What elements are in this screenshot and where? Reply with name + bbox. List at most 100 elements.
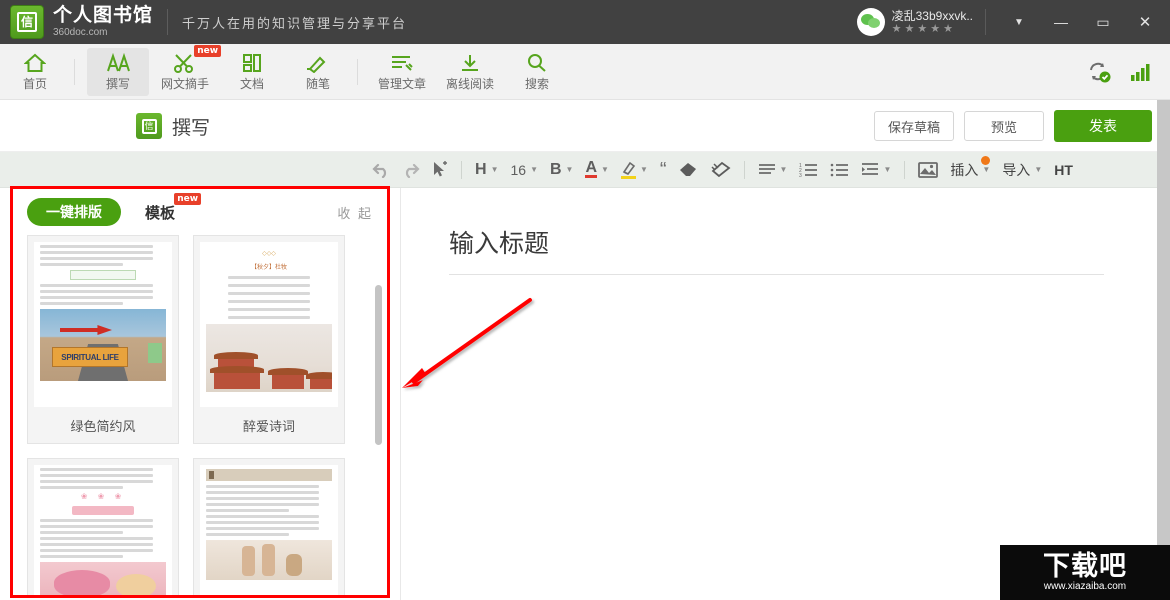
font-color-label: A: [585, 161, 597, 178]
page-actions: 保存草稿 预览 发表: [874, 110, 1170, 142]
spiritual-life-image: SPIRITUAL LIFE: [40, 309, 166, 381]
font-size-label: 16: [510, 162, 526, 178]
wechat-avatar-icon: [861, 14, 881, 30]
beige-legs-image: [206, 540, 332, 580]
toolbar-divider-3: [904, 161, 905, 179]
watermark-title: 下载吧: [1043, 552, 1127, 581]
brand-block: 个人图书馆 360doc.com: [53, 6, 153, 39]
window-scrollbar-thumb[interactable]: [1157, 100, 1170, 600]
template-thumbnail: [200, 465, 338, 595]
user-name: 凌乱33b9xxvk..: [892, 9, 973, 23]
nav-label-search: 搜索: [525, 77, 549, 91]
chevron-down-icon: ▼: [982, 165, 990, 174]
chevron-down-icon: ▼: [1034, 165, 1042, 174]
template-card[interactable]: ◇◇◇ 【秋夕】杜牧: [193, 235, 345, 444]
templates-tab[interactable]: 模板 new: [145, 202, 175, 223]
font-size-dropdown[interactable]: 16 ▼: [504, 156, 544, 184]
html-label: HT: [1054, 162, 1073, 178]
user-info[interactable]: 凌乱33b9xxvk.. ★★★★★: [892, 9, 973, 36]
template-name: 醉爱诗词: [194, 407, 344, 443]
highlight-dropdown[interactable]: ▼: [615, 156, 654, 184]
nav-label-compose: 撰写: [106, 77, 130, 91]
template-thumbnail: SPIRITUAL LIFE: [34, 242, 172, 407]
template-card-grid: SPIRITUAL LIFE 绿色简约风 ◇◇◇ 【秋夕】杜牧: [13, 235, 387, 595]
quote-icon: “: [660, 163, 667, 177]
sync-status-icon[interactable]: [1086, 60, 1112, 84]
avatar[interactable]: [857, 8, 885, 36]
template-thumbnail: ❀ ❀ ❀: [34, 465, 172, 595]
undo-button[interactable]: [366, 156, 396, 184]
import-label: 导入: [1002, 160, 1030, 180]
nav-item-search[interactable]: 搜索: [506, 48, 568, 96]
eraser-button[interactable]: [673, 156, 705, 184]
font-color-dropdown[interactable]: A ▼: [579, 156, 614, 184]
palace-image: [206, 324, 332, 392]
user-rating-stars: ★★★★★: [892, 23, 973, 36]
template-card[interactable]: SPIRITUAL LIFE 绿色简约风: [27, 235, 179, 444]
nav-label-manage-articles: 管理文章: [378, 77, 426, 91]
heading-label: H: [475, 161, 487, 179]
format-painter-button[interactable]: [705, 156, 737, 184]
nav-item-offline-reading[interactable]: 离线阅读: [438, 48, 502, 96]
align-dropdown[interactable]: ▼: [752, 156, 794, 184]
templates-tab-label: 模板: [145, 205, 175, 222]
import-dropdown[interactable]: 导入 ▼: [996, 156, 1048, 184]
one-click-format-button[interactable]: 一键排版: [27, 198, 121, 226]
publish-button[interactable]: 发表: [1054, 110, 1152, 142]
maximize-button[interactable]: ▭: [1082, 0, 1124, 44]
compose-icon: [106, 52, 130, 74]
title-bar: 信 个人图书馆 360doc.com 千万人在用的知识管理与分享平台 凌乱33b…: [0, 0, 1170, 44]
heading-dropdown[interactable]: H ▼: [469, 156, 504, 184]
new-badge: new: [174, 193, 201, 205]
minimize-button[interactable]: —: [1040, 0, 1082, 44]
nav-item-web-clipper[interactable]: new 网文摘手: [153, 48, 217, 96]
home-icon: [24, 52, 46, 74]
tan-header-bar: [206, 469, 332, 481]
pencil-icon: [306, 52, 330, 74]
collapse-button[interactable]: 收 起: [337, 203, 373, 222]
search-icon: [526, 52, 548, 74]
nav-item-document[interactable]: 文档: [221, 48, 283, 96]
app-logo-icon: 信: [10, 5, 44, 39]
bullet-list-button[interactable]: [824, 156, 855, 184]
nav-label-offline-reading: 离线阅读: [446, 77, 494, 91]
app-window: 信 个人图书馆 360doc.com 千万人在用的知识管理与分享平台 凌乱33b…: [0, 0, 1170, 600]
nav-item-home[interactable]: 首页: [4, 48, 66, 96]
insert-new-dot-icon: [981, 156, 990, 165]
watermark-url: www.xiazaiba.com: [1044, 581, 1126, 593]
preview-button[interactable]: 预览: [964, 111, 1044, 141]
save-draft-button[interactable]: 保存草稿: [874, 111, 954, 141]
indent-icon: [861, 162, 879, 177]
nav-item-manage-articles[interactable]: 管理文章: [370, 48, 434, 96]
bold-label: B: [550, 161, 562, 179]
main-navigation: 首页 撰写 new 网文摘手: [0, 44, 1170, 100]
cursor-add-icon[interactable]: [426, 156, 454, 184]
close-button[interactable]: ✕: [1124, 0, 1166, 44]
insert-label: 插入: [950, 160, 978, 180]
nav-item-notes[interactable]: 随笔: [287, 48, 349, 96]
title-input[interactable]: 输入标题: [449, 224, 1104, 275]
nav-item-compose[interactable]: 撰写: [87, 48, 149, 96]
signal-bars-icon[interactable]: [1130, 62, 1152, 82]
redo-button[interactable]: [396, 156, 426, 184]
template-panel-scrollbar[interactable]: [375, 285, 382, 445]
indent-dropdown[interactable]: ▼: [855, 156, 897, 184]
image-button[interactable]: [912, 156, 944, 184]
align-icon: [758, 163, 776, 177]
brand-slogan: 千万人在用的知识管理与分享平台: [182, 13, 407, 32]
download-icon: [459, 52, 481, 74]
nav-label-home: 首页: [23, 77, 47, 91]
bold-dropdown[interactable]: B ▼: [544, 156, 579, 184]
toolbar-divider-2: [744, 161, 745, 179]
chevron-down-icon[interactable]: ▼: [998, 0, 1040, 44]
template-card[interactable]: ❀ ❀ ❀: [27, 458, 179, 595]
nav-label-notes: 随笔: [306, 77, 330, 91]
html-button[interactable]: HT: [1048, 156, 1079, 184]
ordered-list-button[interactable]: 1 2 3: [793, 156, 824, 184]
insert-dropdown[interactable]: 插入 ▼: [944, 156, 996, 184]
brand-name: 个人图书馆: [53, 6, 153, 26]
page-subheader: 信 撰写 保存草稿 预览 发表: [0, 101, 1170, 152]
template-card[interactable]: [193, 458, 345, 595]
document-icon: [242, 52, 262, 74]
quote-button[interactable]: “: [654, 156, 673, 184]
